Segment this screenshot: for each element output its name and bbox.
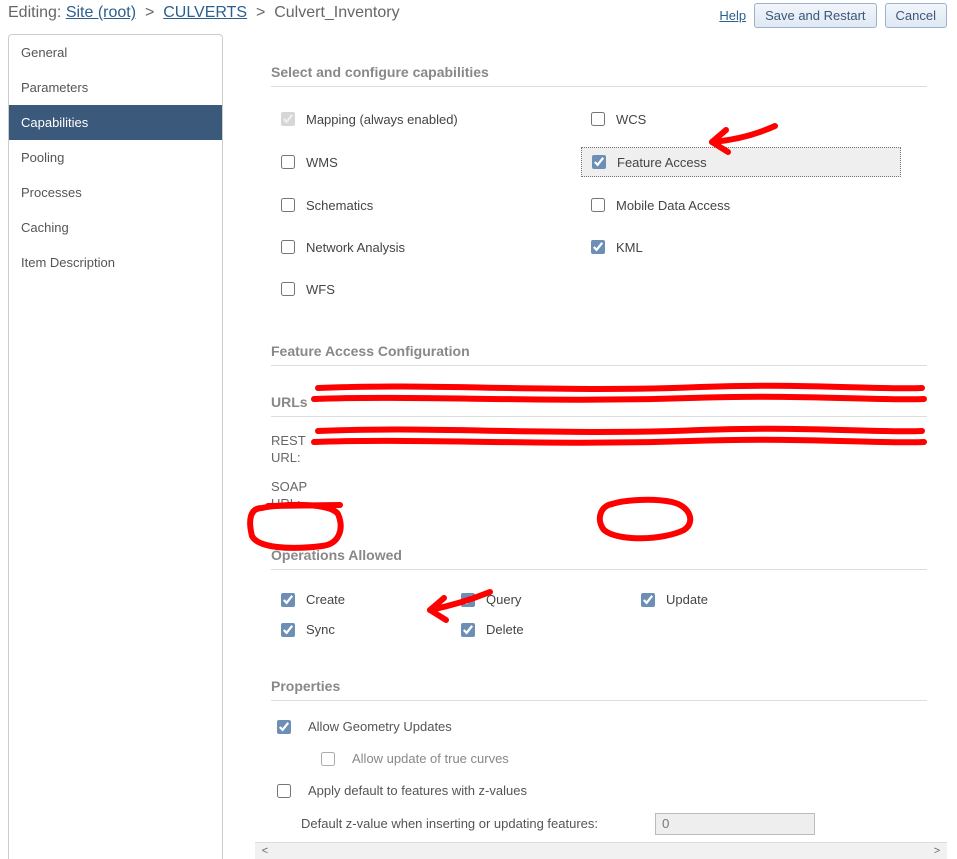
sidebar-item-item-description[interactable]: Item Description (9, 245, 222, 280)
cap-wfs-checkbox[interactable] (281, 282, 295, 296)
prop-allow-geom[interactable]: Allow Geometry Updates (271, 711, 927, 743)
op-create[interactable]: Create (271, 588, 451, 612)
ops-header: Operations Allowed (271, 547, 927, 570)
crumb-folder[interactable]: CULVERTS (163, 4, 247, 21)
cap-feature-access-checkbox[interactable] (592, 155, 606, 169)
op-update[interactable]: Update (631, 588, 811, 612)
rest-url-row: REST URL: (271, 427, 927, 473)
sidebar-item-processes[interactable]: Processes (9, 175, 222, 210)
op-query-checkbox[interactable] (461, 593, 475, 607)
soap-url-row: SOAP URL: (271, 473, 927, 519)
cap-schematics[interactable]: Schematics (271, 191, 581, 219)
cap-feature-access[interactable]: Feature Access (581, 147, 901, 177)
cap-kml-checkbox[interactable] (591, 240, 605, 254)
scroll-left-icon[interactable]: < (258, 845, 272, 857)
prop-apply-z[interactable]: Apply default to features with z-values (271, 775, 927, 807)
sidebar-item-capabilities[interactable]: Capabilities (9, 105, 222, 140)
help-link[interactable]: Help (719, 8, 746, 23)
op-query[interactable]: Query (451, 588, 631, 612)
cap-network-analysis[interactable]: Network Analysis (271, 233, 581, 261)
prop-allow-geom-checkbox[interactable] (277, 720, 291, 734)
cap-network-analysis-checkbox[interactable] (281, 240, 295, 254)
op-create-checkbox[interactable] (281, 593, 295, 607)
sidebar: General Parameters Capabilities Pooling … (8, 34, 223, 859)
prop-default-z-input (655, 813, 815, 835)
scroll-right-icon[interactable]: > (930, 845, 944, 857)
props-header: Properties (271, 678, 927, 701)
prop-default-z: Default z-value when inserting or updati… (271, 807, 927, 841)
prop-apply-z-checkbox[interactable] (277, 784, 291, 798)
cap-schematics-checkbox[interactable] (281, 198, 295, 212)
sidebar-item-pooling[interactable]: Pooling (9, 140, 222, 175)
op-update-checkbox[interactable] (641, 593, 655, 607)
op-delete[interactable]: Delete (451, 618, 631, 642)
prop-true-curves[interactable]: Allow update of true curves (271, 743, 927, 775)
capabilities-header: Select and configure capabilities (271, 64, 927, 87)
sidebar-item-caching[interactable]: Caching (9, 210, 222, 245)
cap-kml[interactable]: KML (581, 233, 901, 261)
cap-mobile-data-checkbox[interactable] (591, 198, 605, 212)
fac-header: Feature Access Configuration (271, 343, 927, 366)
cancel-button[interactable]: Cancel (885, 3, 947, 28)
sidebar-item-general[interactable]: General (9, 35, 222, 70)
cap-wcs[interactable]: WCS (581, 105, 901, 133)
cap-wfs[interactable]: WFS (271, 275, 581, 303)
crumb-service: Culvert_Inventory (274, 4, 399, 21)
crumb-site[interactable]: Site (root) (66, 4, 136, 21)
save-restart-button[interactable]: Save and Restart (754, 3, 876, 28)
op-delete-checkbox[interactable] (461, 623, 475, 637)
cap-mobile-data[interactable]: Mobile Data Access (581, 191, 901, 219)
sidebar-item-parameters[interactable]: Parameters (9, 70, 222, 105)
urls-header: URLs (271, 394, 927, 417)
cap-wms[interactable]: WMS (271, 147, 581, 177)
cap-wms-checkbox[interactable] (281, 155, 295, 169)
horizontal-scrollbar[interactable]: < > (255, 842, 947, 859)
cap-mapping-checkbox (281, 112, 295, 126)
op-sync-checkbox[interactable] (281, 623, 295, 637)
cap-wcs-checkbox[interactable] (591, 112, 605, 126)
cap-mapping: Mapping (always enabled) (271, 105, 581, 133)
prop-true-curves-checkbox[interactable] (321, 752, 335, 766)
op-sync[interactable]: Sync (271, 618, 451, 642)
